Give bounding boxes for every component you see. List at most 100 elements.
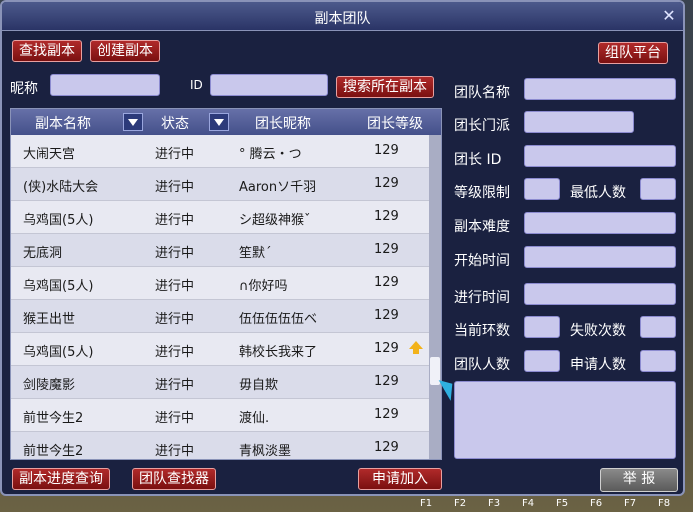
cell-status: 进行中 xyxy=(155,246,195,261)
cell-status: 进行中 xyxy=(155,279,195,294)
table-row[interactable]: 剑陵魔影 进行中 毋自欺 129 xyxy=(11,366,431,399)
leader-id-label: 团长 ID xyxy=(454,152,502,168)
table-row[interactable]: 前世今生2 进行中 青枫淡墨 129 xyxy=(11,432,431,459)
team-count-label: 团队人数 xyxy=(454,357,510,373)
cell-leader-level: 129 xyxy=(374,308,399,323)
cell-dungeon-name: 大闹天宫 xyxy=(23,147,76,162)
find-dungeon-button[interactable]: 查找副本 xyxy=(12,40,82,62)
cell-leader-level: 129 xyxy=(374,176,399,191)
cell-status: 进行中 xyxy=(155,378,195,393)
cell-dungeon-name: 乌鸡国(5人) xyxy=(23,213,94,228)
cell-dungeon-name: 猴王出世 xyxy=(23,312,76,327)
table-row[interactable]: 乌鸡国(5人) 进行中 ∩你好吗 129 xyxy=(11,267,431,300)
hotkey-label: F6 xyxy=(590,498,603,509)
cell-status: 进行中 xyxy=(155,312,195,327)
cell-leader-name: 毋自欺 xyxy=(239,378,279,393)
min-people-field xyxy=(640,178,676,200)
cell-leader-level: 129 xyxy=(374,209,399,224)
table-row[interactable]: 大闹天宫 进行中 ° 腾云・つ 129 xyxy=(11,135,431,168)
cell-status: 进行中 xyxy=(155,411,195,426)
start-time-label: 开始时间 xyxy=(454,253,510,269)
table-row[interactable]: 乌鸡国(5人) 进行中 韩校长我来了 129 xyxy=(11,333,431,366)
apply-count-field xyxy=(640,350,676,372)
cell-leader-name: シ超级神猴ˇ xyxy=(239,213,311,228)
header-leader-level: 团长等级 xyxy=(367,116,423,132)
level-limit-label: 等级限制 xyxy=(454,185,510,201)
table-scrollbar[interactable] xyxy=(429,135,441,459)
leader-sect-label: 团长门派 xyxy=(454,118,510,134)
min-people-label: 最低人数 xyxy=(570,185,626,201)
progress-query-button[interactable]: 副本进度查询 xyxy=(12,468,110,490)
cell-dungeon-name: 乌鸡国(5人) xyxy=(23,345,94,360)
cell-dungeon-name: 无底洞 xyxy=(23,246,63,261)
cell-leader-name: ° 腾云・つ xyxy=(239,147,302,162)
status-dropdown[interactable] xyxy=(209,113,229,131)
window-title: 副本团队 xyxy=(314,11,371,27)
apply-join-button[interactable]: 申请加入 xyxy=(358,468,442,490)
hotkey-label: F1 xyxy=(420,498,433,509)
cell-leader-name: 笙默ˊ xyxy=(239,246,272,261)
header-leader-name: 团长昵称 xyxy=(255,116,311,132)
header-dungeon-name: 副本名称 xyxy=(35,116,91,132)
progress-time-field xyxy=(524,283,676,305)
start-time-field xyxy=(524,246,676,268)
current-round-label: 当前环数 xyxy=(454,323,510,339)
cell-leader-name: 青枫淡墨 xyxy=(239,444,292,459)
table-row[interactable]: 前世今生2 进行中 渡仙. 129 xyxy=(11,399,431,432)
cell-leader-level: 129 xyxy=(374,407,399,422)
nickname-input[interactable] xyxy=(50,74,160,96)
header-status: 状态 xyxy=(161,116,189,132)
cell-leader-level: 129 xyxy=(374,275,399,290)
hotkey-label: F5 xyxy=(556,498,569,509)
fail-count-label: 失败次数 xyxy=(570,323,626,339)
leader-sect-field xyxy=(524,111,634,133)
hotkey-label: F3 xyxy=(488,498,501,509)
level-limit-field xyxy=(524,178,560,200)
cell-leader-name: Aaronソ千羽 xyxy=(239,180,317,195)
table-header: 副本名称 状态 团长昵称 团长等级 xyxy=(11,109,441,135)
cell-status: 进行中 xyxy=(155,345,195,360)
cell-status: 进行中 xyxy=(155,147,195,162)
hotkey-label: F2 xyxy=(454,498,467,509)
cell-leader-level: 129 xyxy=(374,242,399,257)
difficulty-field xyxy=(524,212,676,234)
table-row[interactable]: 猴王出世 进行中 伍伍伍伍伍ベ 129 xyxy=(11,300,431,333)
cell-leader-name: 韩校长我来了 xyxy=(239,345,318,360)
difficulty-label: 副本难度 xyxy=(454,219,510,235)
table-row[interactable]: (侠)水陆大会 进行中 Aaronソ千羽 129 xyxy=(11,168,431,201)
cell-leader-level: 129 xyxy=(374,143,399,158)
team-platform-button[interactable]: 组队平台 xyxy=(598,42,668,64)
cell-dungeon-name: 前世今生2 xyxy=(23,444,84,459)
cell-dungeon-name: 乌鸡国(5人) xyxy=(23,279,94,294)
cell-dungeon-name: (侠)水陆大会 xyxy=(23,180,99,195)
cell-status: 进行中 xyxy=(155,180,195,195)
cell-status: 进行中 xyxy=(155,444,195,459)
dungeon-team-window: 副本团队 ✕ 查找副本 创建副本 组队平台 昵称 ID 搜索所在副本 副本名称 … xyxy=(0,0,685,496)
cell-dungeon-name: 前世今生2 xyxy=(23,411,84,426)
team-name-field xyxy=(524,78,676,100)
cell-leader-level: 129 xyxy=(374,341,399,356)
cell-leader-name: ∩你好吗 xyxy=(239,279,288,294)
id-input[interactable] xyxy=(210,74,328,96)
fail-count-field xyxy=(640,316,676,338)
current-round-field xyxy=(524,316,560,338)
dungeon-name-dropdown[interactable] xyxy=(123,113,143,131)
nickname-label: 昵称 xyxy=(10,81,38,97)
create-dungeon-button[interactable]: 创建副本 xyxy=(90,40,160,62)
cell-dungeon-name: 剑陵魔影 xyxy=(23,378,76,393)
report-button[interactable]: 举 报 xyxy=(600,468,678,492)
table-row[interactable]: 无底洞 进行中 笙默ˊ 129 xyxy=(11,234,431,267)
hotkey-label: F8 xyxy=(658,498,671,509)
team-name-label: 团队名称 xyxy=(454,85,510,101)
close-icon[interactable]: ✕ xyxy=(661,8,677,24)
cell-status: 进行中 xyxy=(155,213,195,228)
hotkey-label: F4 xyxy=(522,498,535,509)
cell-leader-level: 129 xyxy=(374,374,399,389)
search-dungeon-button[interactable]: 搜索所在副本 xyxy=(336,76,434,98)
table-row[interactable]: 乌鸡国(5人) 进行中 シ超级神猴ˇ 129 xyxy=(11,201,431,234)
table-rows: 大闹天宫 进行中 ° 腾云・つ 129 (侠)水陆大会 进行中 Aaronソ千羽… xyxy=(11,135,431,459)
title-bar[interactable]: 副本团队 ✕ xyxy=(2,2,683,31)
cell-leader-name: 伍伍伍伍伍ベ xyxy=(239,312,318,327)
team-finder-button[interactable]: 团队查找器 xyxy=(132,468,216,490)
cell-leader-level: 129 xyxy=(374,440,399,455)
